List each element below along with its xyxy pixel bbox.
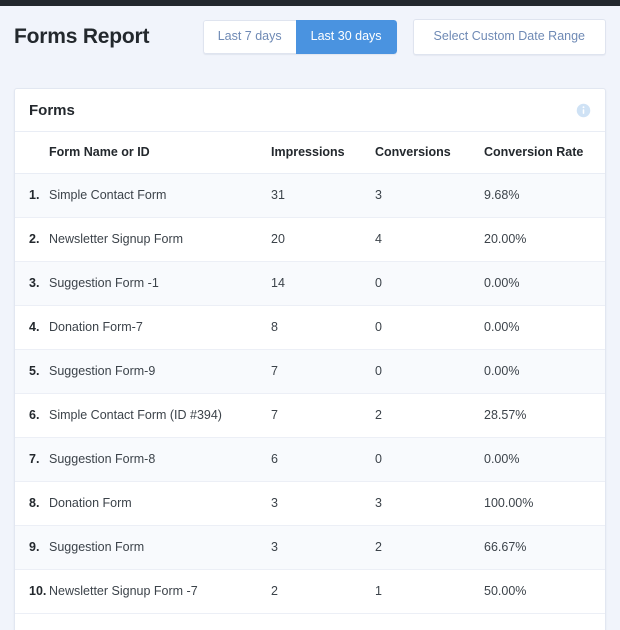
forms-table: Form Name or ID Impressions Conversions …: [15, 132, 605, 614]
row-rank: 1.: [15, 173, 49, 218]
date-range-last-7-days-button[interactable]: Last 7 days: [202, 20, 296, 54]
row-form-name: Suggestion Form-9: [49, 349, 271, 394]
forms-table-head: Form Name or ID Impressions Conversions …: [15, 132, 605, 174]
row-impressions: 14: [271, 261, 375, 306]
row-conversion-rate: 20.00%: [484, 217, 605, 262]
row-form-name: Newsletter Signup Form: [49, 217, 271, 262]
date-range-segmented-control[interactable]: Last 7 days Last 30 days: [202, 20, 397, 54]
row-conversions: 2: [375, 525, 484, 570]
row-conversions: 2: [375, 393, 484, 438]
row-form-name: Simple Contact Form (ID #394): [49, 393, 271, 438]
card-footer: View Full Forms Report: [15, 614, 605, 630]
select-custom-date-range-button[interactable]: Select Custom Date Range: [412, 19, 606, 55]
row-impressions: 7: [271, 349, 375, 394]
page-header: Forms Report Last 7 days Last 30 days Se…: [0, 6, 620, 68]
row-conversions: 3: [375, 173, 484, 218]
row-form-name: Donation Form: [49, 481, 271, 526]
table-header-row: Form Name or ID Impressions Conversions …: [15, 132, 605, 174]
row-rank: 4.: [15, 305, 49, 350]
row-conversions: 0: [375, 437, 484, 482]
header-controls: Last 7 days Last 30 days Select Custom D…: [202, 19, 606, 55]
row-conversion-rate: 100.00%: [484, 481, 605, 526]
forms-table-body: 1. Simple Contact Form 31 3 9.68% 2. Newslette…: [15, 173, 605, 614]
row-rank: 2.: [15, 217, 49, 262]
column-header-rank: [15, 132, 49, 174]
row-form-name: Suggestion Form -1: [49, 261, 271, 306]
row-form-name: Newsletter Signup Form -7: [49, 569, 271, 614]
row-impressions: 8: [271, 305, 375, 350]
table-row: 1. Simple Contact Form 31 3 9.68%: [15, 173, 605, 218]
page-title: Forms Report: [14, 25, 150, 48]
row-conversions: 0: [375, 349, 484, 394]
row-form-name: Simple Contact Form: [49, 173, 271, 218]
row-conversion-rate: 0.00%: [484, 305, 605, 350]
row-conversions: 0: [375, 305, 484, 350]
table-row: 2. Newsletter Signup Form 20 4 20.00%: [15, 217, 605, 262]
table-row: 4. Donation Form-7 8 0 0.00%: [15, 305, 605, 350]
row-impressions: 31: [271, 173, 375, 218]
row-conversion-rate: 0.00%: [484, 437, 605, 482]
row-rank: 7.: [15, 437, 49, 482]
table-row: 10. Newsletter Signup Form -7 2 1 50.00%: [15, 569, 605, 614]
row-rank: 8.: [15, 481, 49, 526]
column-header-form-name: Form Name or ID: [49, 132, 271, 174]
column-header-conversions: Conversions: [375, 132, 484, 174]
row-form-name: Suggestion Form: [49, 525, 271, 570]
card-title: Forms: [29, 101, 75, 119]
row-conversion-rate: 50.00%: [484, 569, 605, 614]
row-conversions: 0: [375, 261, 484, 306]
row-form-name: Suggestion Form-8: [49, 437, 271, 482]
info-circle-icon[interactable]: [576, 103, 591, 118]
row-impressions: 3: [271, 481, 375, 526]
date-range-last-30-days-button[interactable]: Last 30 days: [295, 20, 397, 54]
column-header-conversion-rate: Conversion Rate: [484, 132, 605, 174]
row-rank: 9.: [15, 525, 49, 570]
row-impressions: 6: [271, 437, 375, 482]
card-header: Forms: [15, 89, 605, 132]
row-conversion-rate: 28.57%: [484, 393, 605, 438]
forms-report-card: Forms Form Name or ID Impressions Conver…: [14, 88, 606, 630]
table-row: 3. Suggestion Form -1 14 0 0.00%: [15, 261, 605, 306]
row-conversions: 1: [375, 569, 484, 614]
table-row: 7. Suggestion Form-8 6 0 0.00%: [15, 437, 605, 482]
row-impressions: 3: [271, 525, 375, 570]
row-impressions: 2: [271, 569, 375, 614]
row-rank: 6.: [15, 393, 49, 438]
row-form-name: Donation Form-7: [49, 305, 271, 350]
column-header-impressions: Impressions: [271, 132, 375, 174]
row-conversions: 3: [375, 481, 484, 526]
table-row: 9. Suggestion Form 3 2 66.67%: [15, 525, 605, 570]
table-row: 5. Suggestion Form-9 7 0 0.00%: [15, 349, 605, 394]
row-rank: 5.: [15, 349, 49, 394]
row-conversions: 4: [375, 217, 484, 262]
row-rank: 10.: [15, 569, 49, 614]
row-rank: 3.: [15, 261, 49, 306]
row-impressions: 7: [271, 393, 375, 438]
row-conversion-rate: 9.68%: [484, 173, 605, 218]
row-conversion-rate: 0.00%: [484, 349, 605, 394]
row-conversion-rate: 0.00%: [484, 261, 605, 306]
table-row: 8. Donation Form 3 3 100.00%: [15, 481, 605, 526]
row-impressions: 20: [271, 217, 375, 262]
table-row: 6. Simple Contact Form (ID #394) 7 2 28.57%: [15, 393, 605, 438]
row-conversion-rate: 66.67%: [484, 525, 605, 570]
